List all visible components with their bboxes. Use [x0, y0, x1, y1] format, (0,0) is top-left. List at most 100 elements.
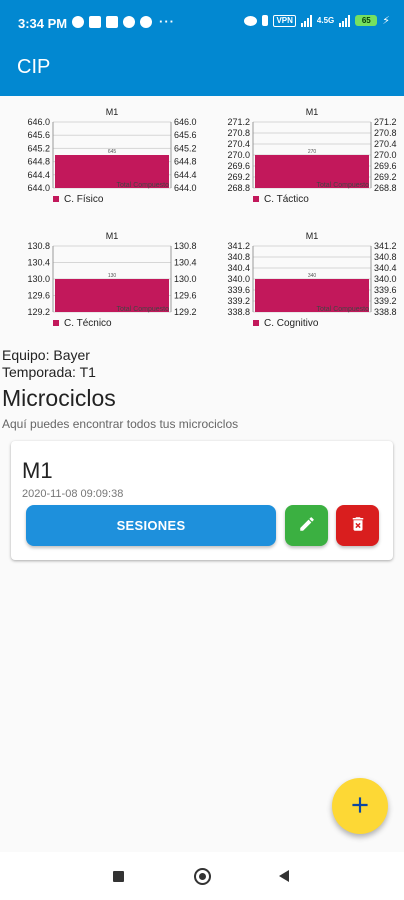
battery-icon: 65 [355, 15, 378, 26]
chart-tactico: M1 271.2 271.2 270.8 270.8 270.4 270.4 270.0 270… [203, 103, 401, 223]
y-tick-left: 130.4 [27, 258, 50, 268]
y-tick-right: 269.6 [374, 161, 397, 171]
chart-title: M1 [306, 107, 319, 117]
twitter-icon [140, 15, 152, 28]
y-tick-left: 645.6 [27, 130, 50, 140]
y-tick-left: 269.2 [227, 172, 250, 182]
y-tick-left: 338.8 [227, 307, 250, 317]
network-type-label: 4.5G [316, 16, 335, 25]
y-tick-left: 341.2 [227, 241, 250, 251]
team-label: Equipo: Bayer [2, 347, 90, 363]
y-tick-left: 646.0 [27, 117, 50, 127]
y-tick-left: 340.8 [227, 252, 250, 262]
x-axis-label: Total Compuesto [116, 182, 169, 189]
y-tick-right: 338.8 [374, 307, 397, 317]
y-tick-right: 129.6 [174, 291, 197, 301]
y-tick-right: 645.6 [174, 130, 197, 140]
bar-value-label: 645 [108, 149, 117, 155]
plus-icon [347, 792, 373, 821]
x-axis-label: Total Compuesto [316, 182, 369, 189]
vpn-badge: VPN [273, 14, 296, 27]
y-tick-left: 644.8 [27, 157, 50, 167]
charging-icon: ⚡ [382, 15, 390, 27]
recents-icon[interactable] [113, 871, 124, 882]
chart-svg: M1 646.0 646.0 645.6 645.6 645.2 645.2 644.8 644… [27, 107, 197, 205]
status-time: 3:34 PM [18, 16, 68, 31]
x-axis-label: Total Compuesto [316, 306, 369, 313]
legend-label: C. Técnico [64, 318, 112, 329]
back-icon[interactable] [279, 870, 289, 882]
legend-label: C. Físico [64, 194, 104, 205]
y-tick-left: 129.2 [27, 307, 50, 317]
y-tick-left: 269.6 [227, 161, 250, 171]
y-tick-right: 340.8 [374, 252, 397, 262]
y-tick-left: 268.8 [227, 183, 250, 193]
y-tick-right: 340.0 [374, 274, 397, 284]
status-bar: 3:34 PM ··· VPN 4.5G 65 ⚡ [0, 0, 404, 40]
y-tick-right: 270.8 [374, 128, 397, 138]
bar-value-label: 340 [308, 273, 317, 279]
pencil-icon [298, 515, 316, 536]
y-tick-right: 644.8 [174, 157, 197, 167]
app-bar: CIP [0, 40, 404, 96]
sessions-button[interactable]: SESIONES [26, 505, 276, 546]
wifi-icon [244, 15, 258, 26]
y-tick-left: 270.8 [227, 128, 250, 138]
y-tick-left: 271.2 [227, 117, 250, 127]
chart-tecnico: M1 130.8 130.8 130.4 130.4 130.0 130.0 129.6 129… [3, 227, 201, 347]
y-tick-left: 339.2 [227, 296, 250, 306]
y-tick-left: 339.6 [227, 285, 250, 295]
y-tick-right: 129.2 [174, 307, 197, 317]
legend-label: C. Cognitivo [264, 318, 319, 329]
y-tick-left: 645.2 [27, 143, 50, 153]
y-tick-right: 270.4 [374, 139, 397, 149]
y-tick-right: 644.4 [174, 170, 197, 180]
chart-svg: M1 130.8 130.8 130.4 130.4 130.0 130.0 129.6 129… [27, 231, 197, 329]
bluetooth-icon [262, 15, 269, 26]
y-tick-right: 269.2 [374, 172, 397, 182]
y-tick-right: 341.2 [374, 241, 397, 251]
chart-svg: M1341.2 341.2340.8 340.8340.4 340.4340.0 340… [227, 231, 397, 329]
section-subtitle: Aquí puedes encontrar todos tus microcic… [2, 417, 239, 431]
chart-title: M1 [306, 231, 319, 241]
chart-title: M1 [106, 107, 119, 117]
bar-value-label: 270 [308, 149, 317, 155]
facebook-icon [123, 15, 135, 28]
chart-svg: M1271.2 271.2270.8 270.8270.4 270.4270.0 270… [227, 107, 397, 205]
microciclo-name: M1 [22, 458, 53, 483]
more-notifications-icon: ··· [159, 14, 175, 29]
chart-fisico: M1 646.0 646.0 645.6 645.6 645.2 645.2 644.8 644… [3, 103, 201, 223]
chart-cognitivo: M1 341.2 341.2 340.8 340.8 340.4 340.4 340.0 340… [203, 227, 401, 347]
edit-button[interactable] [285, 505, 328, 546]
y-tick-right: 644.0 [174, 183, 197, 193]
microciclo-date: 2020-11-08 09:09:38 [22, 488, 124, 500]
y-tick-right: 130.4 [174, 258, 197, 268]
y-tick-right: 130.0 [174, 274, 197, 284]
delete-button[interactable] [336, 505, 379, 546]
y-tick-left: 270.0 [227, 150, 250, 160]
y-tick-right: 268.8 [374, 183, 397, 193]
y-tick-right: 340.4 [374, 263, 397, 273]
legend-swatch [253, 320, 259, 326]
y-tick-left: 340.0 [227, 274, 250, 284]
y-tick-left: 130.8 [27, 241, 50, 251]
signal-icon [300, 14, 312, 27]
season-label: Temporada: T1 [2, 364, 96, 380]
home-icon[interactable] [194, 868, 211, 885]
signal-icon-2 [339, 14, 351, 27]
y-tick-left: 129.6 [27, 291, 50, 301]
y-tick-left: 270.4 [227, 139, 250, 149]
y-tick-right: 339.2 [374, 296, 397, 306]
y-tick-left: 130.0 [27, 274, 50, 284]
add-microciclo-button[interactable] [332, 778, 388, 834]
legend-swatch [253, 196, 259, 202]
microciclo-card: M1 2020-11-08 09:09:38 SESIONES [11, 441, 393, 560]
y-tick-right: 271.2 [374, 117, 397, 127]
settings-icon [72, 15, 84, 28]
x-axis-label: Total Compuesto [116, 306, 169, 313]
chart-title: M1 [106, 231, 119, 241]
y-tick-left: 644.0 [27, 183, 50, 193]
y-tick-right: 130.8 [174, 241, 197, 251]
bar-value-label: 130 [108, 273, 117, 279]
y-tick-left: 644.4 [27, 170, 50, 180]
